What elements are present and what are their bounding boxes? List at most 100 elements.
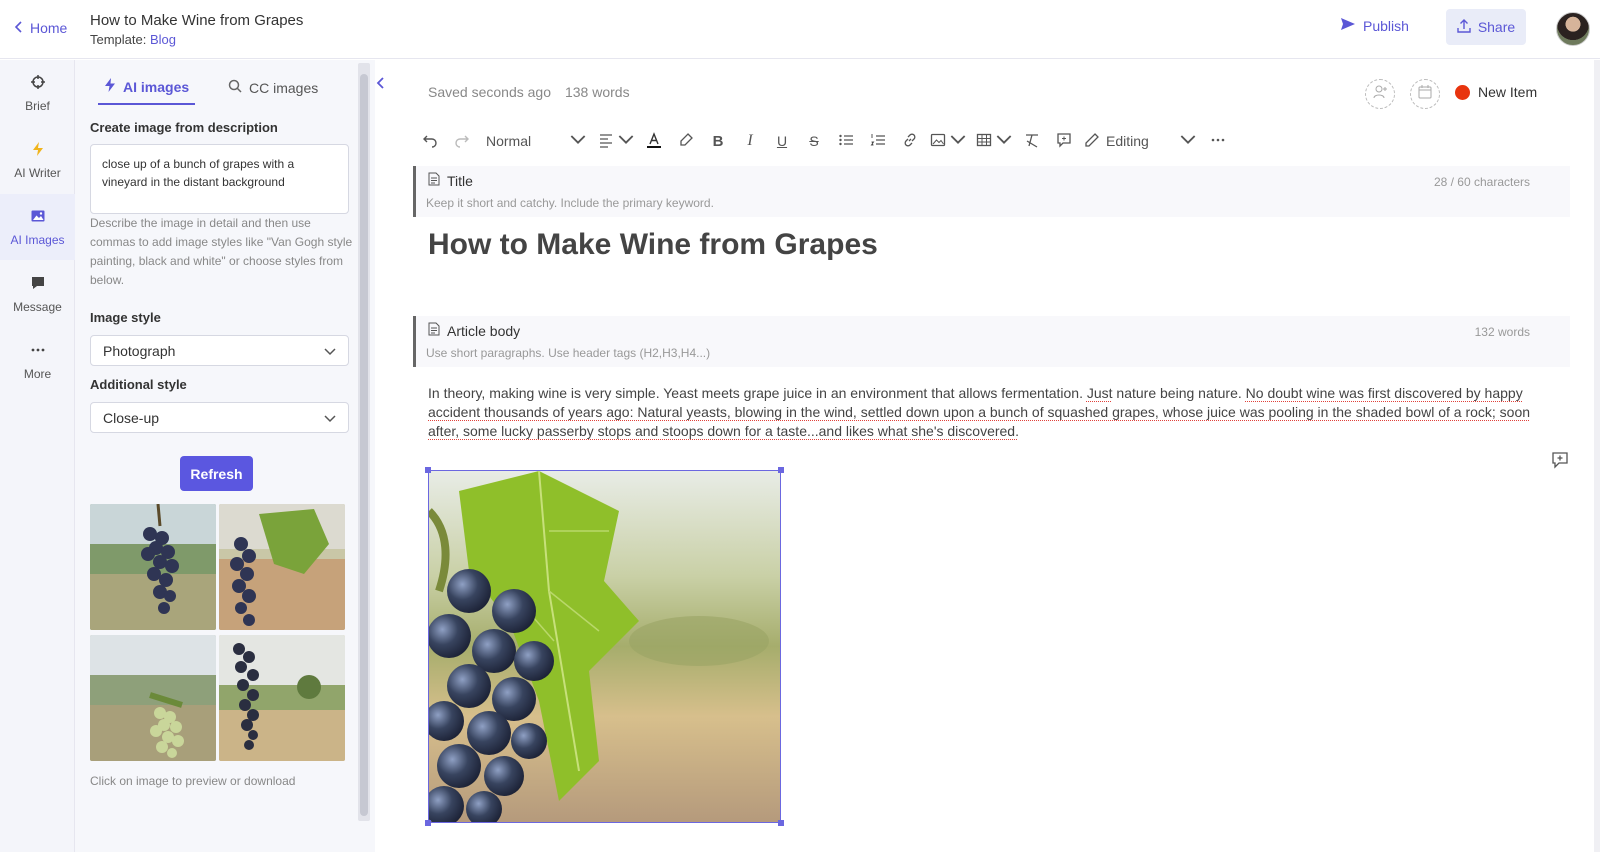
strikethrough-button[interactable]: S bbox=[804, 128, 824, 154]
numbered-list-button[interactable] bbox=[868, 128, 888, 154]
save-status: Saved seconds ago 138 words bbox=[428, 84, 630, 100]
nav-item-more[interactable]: More bbox=[0, 328, 75, 394]
body-sentence: nature being nature. bbox=[1112, 385, 1246, 401]
add-comment-button[interactable] bbox=[1551, 451, 1569, 469]
collapse-panel-button[interactable] bbox=[376, 76, 386, 93]
status-new-item[interactable]: New Item bbox=[1455, 84, 1537, 100]
image-style-select[interactable]: Photograph bbox=[90, 335, 349, 366]
clear-format-icon bbox=[1024, 132, 1040, 151]
lightning-icon bbox=[104, 78, 116, 95]
italic-button[interactable]: I bbox=[740, 128, 760, 154]
template-link[interactable]: Blog bbox=[150, 32, 176, 47]
nav-label: Message bbox=[13, 299, 62, 314]
generated-image-thumbnail[interactable] bbox=[90, 635, 216, 761]
title-char-count: 28 / 60 characters bbox=[1433, 175, 1530, 189]
body-sentence: In theory, making wine is very simple. Y… bbox=[428, 385, 1087, 401]
bold-button[interactable]: B bbox=[708, 128, 728, 154]
image-icon bbox=[30, 208, 46, 227]
clear-format-button[interactable] bbox=[1022, 128, 1042, 154]
crosshair-icon bbox=[30, 74, 46, 93]
chevron-down-icon bbox=[570, 132, 586, 151]
tab-cc-images[interactable]: CC images bbox=[222, 70, 324, 105]
link-button[interactable] bbox=[900, 128, 920, 154]
resize-handle[interactable] bbox=[425, 467, 431, 473]
paragraph-style-select[interactable]: Normal bbox=[486, 128, 586, 154]
share-button[interactable]: Share bbox=[1446, 9, 1526, 45]
chevron-down-icon bbox=[618, 132, 634, 151]
insert-image-select[interactable] bbox=[930, 128, 966, 154]
publish-button[interactable]: Publish bbox=[1340, 17, 1409, 34]
tab-ai-images[interactable]: AI images bbox=[98, 70, 196, 105]
document-title: How to Make Wine from Grapes bbox=[90, 12, 304, 29]
panel-scrollbar-thumb[interactable] bbox=[360, 74, 368, 816]
refresh-button[interactable]: Refresh bbox=[180, 456, 253, 491]
undo-button[interactable] bbox=[420, 128, 440, 154]
text-color-button[interactable] bbox=[644, 128, 664, 154]
image-description-input[interactable]: close up of a bunch of grapes with a vin… bbox=[90, 144, 349, 214]
nav-item-ai-writer[interactable]: AI Writer bbox=[0, 127, 75, 193]
editing-mode-select[interactable]: Editing bbox=[1084, 128, 1196, 154]
chevron-left-icon bbox=[376, 77, 386, 93]
comment-plus-icon bbox=[1551, 452, 1569, 473]
chevron-down-icon bbox=[324, 343, 336, 359]
nav-item-ai-images[interactable]: AI Images bbox=[0, 194, 75, 260]
assign-user-button[interactable] bbox=[1365, 79, 1395, 109]
nav-label: More bbox=[23, 366, 52, 381]
numbered-list-icon bbox=[870, 132, 886, 151]
nav-item-brief[interactable]: Brief bbox=[0, 60, 75, 126]
editor-toolbar: Normal B I U S Editing bbox=[420, 128, 1260, 154]
user-avatar[interactable] bbox=[1556, 12, 1590, 46]
editor-scrollbar[interactable] bbox=[1594, 60, 1600, 852]
align-left-icon bbox=[598, 132, 614, 151]
underline-button[interactable]: U bbox=[772, 128, 792, 154]
add-comment-button[interactable] bbox=[1054, 128, 1074, 154]
top-header: Home How to Make Wine from Grapes Templa… bbox=[0, 0, 1600, 59]
schedule-button[interactable] bbox=[1410, 79, 1440, 109]
generated-image-thumbnail[interactable] bbox=[219, 504, 345, 630]
resize-handle[interactable] bbox=[778, 467, 784, 473]
spelling-flag[interactable]: Just bbox=[1087, 385, 1113, 401]
article-body-text[interactable]: In theory, making wine is very simple. Y… bbox=[428, 384, 1558, 441]
home-link[interactable]: Home bbox=[14, 20, 67, 36]
panel-tabs: AI images CC images bbox=[90, 70, 360, 105]
chevron-down-icon bbox=[950, 132, 966, 151]
underline-icon: U bbox=[776, 133, 788, 149]
ellipsis-icon bbox=[1210, 132, 1226, 151]
more-options-button[interactable] bbox=[1208, 128, 1228, 154]
additional-style-value: Close-up bbox=[103, 409, 160, 426]
search-icon bbox=[228, 79, 242, 96]
highlighter-icon bbox=[678, 132, 694, 151]
chevron-left-icon bbox=[14, 20, 24, 36]
align-select[interactable] bbox=[598, 128, 634, 154]
nav-label: AI Writer bbox=[14, 165, 61, 180]
generated-image-thumbnail[interactable] bbox=[219, 635, 345, 761]
image-icon bbox=[930, 132, 946, 151]
article-title[interactable]: How to Make Wine from Grapes bbox=[428, 228, 878, 262]
bullet-list-button[interactable] bbox=[836, 128, 856, 154]
body-word-count: 132 words bbox=[1474, 325, 1530, 339]
body-block-label: Article body bbox=[428, 322, 520, 339]
bullet-list-icon bbox=[838, 132, 854, 151]
document-icon bbox=[428, 172, 440, 189]
table-icon bbox=[976, 132, 992, 151]
resize-handle[interactable] bbox=[425, 820, 431, 826]
chevron-down-icon bbox=[1180, 132, 1196, 151]
title-block-label: Title bbox=[428, 172, 473, 189]
body-label: Article body bbox=[447, 322, 521, 339]
highlight-button[interactable] bbox=[676, 128, 696, 154]
status-dot-icon bbox=[1455, 84, 1470, 100]
nav-item-message[interactable]: Message bbox=[0, 261, 75, 327]
insert-table-select[interactable] bbox=[976, 128, 1012, 154]
additional-style-select[interactable]: Close-up bbox=[90, 402, 349, 433]
saved-text: Saved seconds ago bbox=[428, 84, 551, 100]
template-prefix: Template: bbox=[90, 32, 147, 47]
redo-button[interactable] bbox=[452, 128, 472, 154]
tab-label: CC images bbox=[249, 79, 319, 96]
generated-image-thumbnail[interactable] bbox=[90, 504, 216, 630]
resize-handle[interactable] bbox=[778, 820, 784, 826]
italic-icon: I bbox=[747, 132, 753, 149]
editing-mode-value: Editing bbox=[1106, 133, 1149, 149]
redo-icon bbox=[454, 132, 470, 151]
inserted-grape-image[interactable] bbox=[428, 470, 781, 823]
chat-icon bbox=[30, 275, 46, 294]
